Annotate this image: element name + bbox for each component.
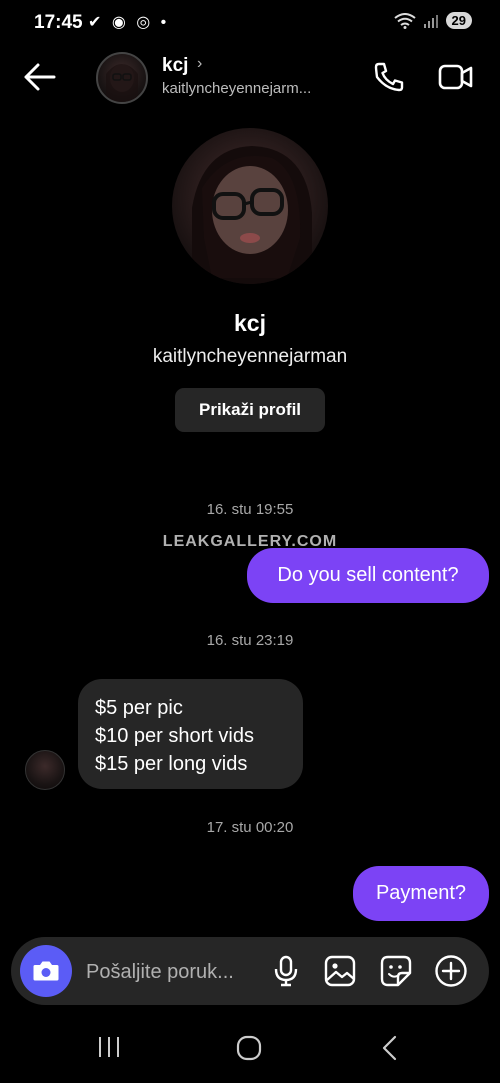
view-profile-button[interactable]: Prikaži profil	[175, 388, 325, 432]
video-call-button[interactable]	[438, 60, 474, 94]
avatar-image	[106, 64, 138, 102]
outgoing-message[interactable]: Do you sell content?	[247, 548, 489, 603]
voice-message-button[interactable]	[268, 953, 304, 989]
microphone-icon	[274, 955, 298, 987]
gallery-button[interactable]	[322, 953, 358, 989]
system-indicators: 29	[393, 12, 472, 29]
status-time: 17:45	[34, 12, 83, 33]
audio-call-button[interactable]	[372, 60, 406, 94]
camera-button[interactable]	[20, 945, 72, 997]
profile-name: kcj	[234, 310, 266, 336]
home-icon	[236, 1035, 262, 1061]
message-line: $10 per short vids	[95, 725, 254, 747]
sender-avatar[interactable]	[25, 750, 65, 790]
back-arrow-icon	[24, 63, 56, 91]
profile-avatar[interactable]	[172, 128, 328, 284]
recents-button[interactable]	[96, 1035, 122, 1064]
profile-handle: kaitlyncheyennejarman	[152, 346, 348, 367]
image-icon	[324, 955, 356, 987]
plus-circle-icon	[435, 955, 467, 987]
header-name[interactable]: kcj	[162, 55, 188, 77]
message-line: $15 per long vids	[95, 753, 248, 775]
outgoing-message[interactable]: Payment?	[353, 866, 489, 921]
signal-icon	[423, 14, 438, 28]
sticker-icon	[380, 955, 412, 987]
incoming-message[interactable]: $5 per pic $10 per short vids $15 per lo…	[78, 679, 303, 789]
header-handle[interactable]: kaitlyncheyennejarm...	[162, 80, 337, 97]
header-avatar[interactable]	[96, 52, 148, 104]
status-notification-icons: ✔ ◉ ◎ •	[88, 14, 170, 31]
more-options-button[interactable]	[433, 953, 469, 989]
chevron-right-icon[interactable]: ›	[197, 55, 202, 73]
message-timestamp: 16. stu 19:55	[206, 501, 294, 518]
message-line: $5 per pic	[95, 697, 183, 719]
sticker-button[interactable]	[378, 953, 414, 989]
message-timestamp: 17. stu 00:20	[206, 819, 294, 836]
video-camera-icon	[438, 64, 473, 90]
back-button[interactable]	[22, 60, 58, 94]
camera-icon	[33, 961, 59, 981]
recents-icon	[99, 1037, 119, 1057]
wifi-icon	[393, 12, 416, 29]
system-back-button[interactable]	[378, 1035, 402, 1066]
back-nav-icon	[382, 1035, 397, 1061]
phone-icon	[374, 62, 404, 92]
profile-photo	[192, 146, 312, 284]
home-button[interactable]	[234, 1033, 264, 1068]
battery-indicator: 29	[445, 12, 472, 29]
message-input[interactable]	[84, 955, 266, 989]
message-timestamp: 16. stu 23:19	[206, 632, 294, 649]
